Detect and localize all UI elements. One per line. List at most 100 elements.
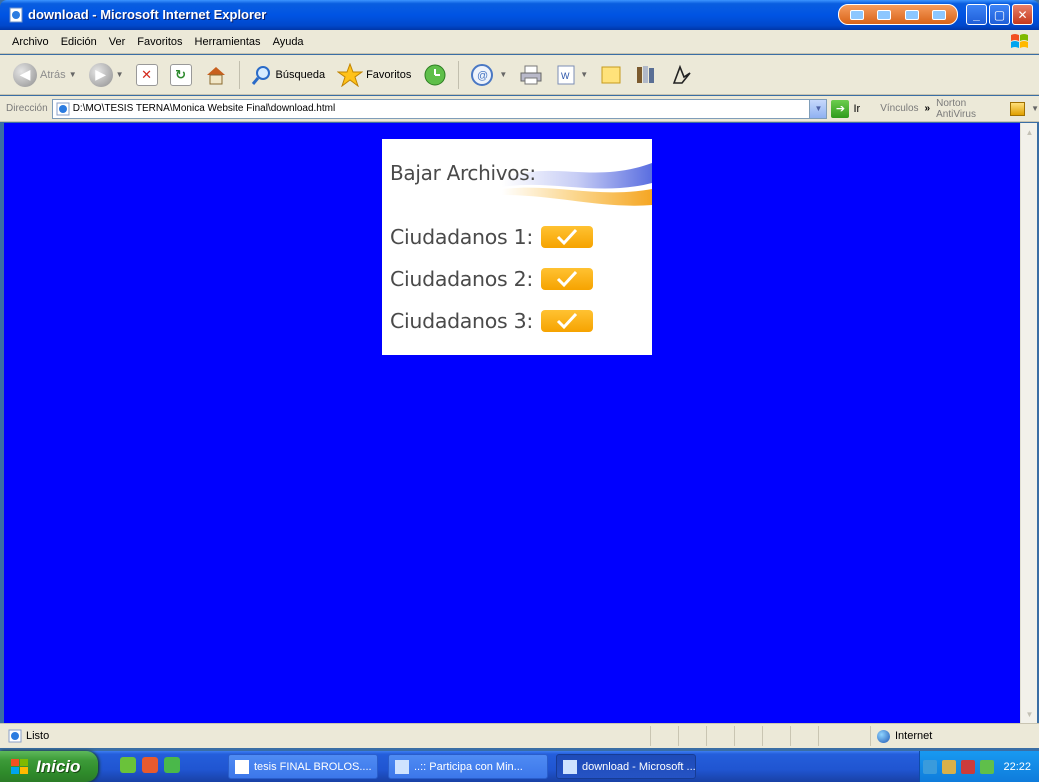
search-label: Búsqueda <box>275 68 326 81</box>
quick-launch-icon[interactable] <box>120 757 136 773</box>
checkmark-icon <box>556 270 578 288</box>
windows-flag-icon <box>11 758 28 774</box>
vertical-scrollbar[interactable]: ▲ ▼ <box>1020 123 1037 723</box>
download-row: Ciudadanos 3: <box>390 309 593 333</box>
home-button[interactable] <box>201 60 231 90</box>
download-panel: Bajar Archivos: Ciudadanos 1: Ciudadanos… <box>382 139 652 355</box>
ie-page-icon <box>9 7 23 23</box>
download-button-2[interactable] <box>540 268 593 290</box>
ie-icon <box>563 759 577 774</box>
quick-launch-icon[interactable] <box>164 757 180 773</box>
quick-launch-icon[interactable] <box>142 757 158 773</box>
window-titlebar[interactable]: download - Microsoft Internet Explorer _… <box>0 0 1039 30</box>
task-label: tesis FINAL BROLOS.... <box>254 760 372 773</box>
dropdown-icon: ▼ <box>115 70 124 79</box>
search-icon <box>251 65 270 85</box>
address-dropdown-icon[interactable]: ▼ <box>809 99 827 118</box>
dropdown-icon: ▼ <box>68 70 77 79</box>
task-button-active[interactable]: download - Microsoft ... <box>556 754 696 779</box>
checkmark-icon <box>556 228 578 246</box>
menu-archivo[interactable]: Archivo <box>6 36 55 48</box>
maximize-icon: ▢ <box>993 7 1006 22</box>
start-button[interactable]: Inicio <box>0 751 98 782</box>
edit-button[interactable]: W ▼ <box>552 60 591 90</box>
status-bar: Listo Internet <box>0 723 1039 748</box>
links-label[interactable]: Vínculos <box>880 103 918 114</box>
forward-button[interactable]: ▶ ▼ <box>86 60 127 90</box>
task-label: download - Microsoft ... <box>582 760 696 773</box>
start-label: Inicio <box>36 756 81 776</box>
notes-button[interactable] <box>597 60 625 90</box>
download-button-3[interactable] <box>540 310 593 332</box>
chevron-more-icon[interactable]: » <box>925 103 931 114</box>
norton-antivirus-label[interactable]: Norton AntiVirus <box>936 98 1004 120</box>
address-label: Dirección <box>6 103 48 114</box>
favorites-star-icon <box>337 62 364 87</box>
menu-favoritos[interactable]: Favoritos <box>131 36 188 48</box>
back-button[interactable]: ◀ Atrás ▼ <box>10 60 80 90</box>
download-label: Ciudadanos 1: <box>390 225 533 249</box>
address-value: D:\MO\TESIS TERNA\Monica Website Final\d… <box>72 103 336 114</box>
taskbar: Inicio tesis FINAL BROLOS.... ..:: Parti… <box>0 751 1039 782</box>
mail-button[interactable]: @ ▼ <box>467 60 510 90</box>
ie-icon <box>395 759 409 774</box>
tray-icon[interactable] <box>942 759 957 774</box>
menu-bar: Archivo Edición Ver Favoritos Herramient… <box>0 30 1039 54</box>
minimize-button[interactable]: _ <box>966 4 987 25</box>
close-icon: ✕ <box>1017 7 1028 22</box>
standard-toolbar: ◀ Atrás ▼ ▶ ▼ ✕ ↻ Búsqueda Favoritos @ ▼… <box>0 55 1039 95</box>
status-panes <box>650 726 846 746</box>
menu-ayuda[interactable]: Ayuda <box>267 36 310 48</box>
task-label: ..:: Participa con Min... <box>414 760 523 773</box>
menu-herramientas[interactable]: Herramientas <box>189 36 267 48</box>
toolbar-separator <box>238 60 240 89</box>
address-input[interactable]: D:\MO\TESIS TERNA\Monica Website Final\d… <box>51 98 828 119</box>
pointer-hand-icon <box>673 64 691 84</box>
favorites-label: Favoritos <box>366 68 412 81</box>
page-done-icon <box>8 729 22 743</box>
forward-arrow-icon: ▶ <box>88 62 113 87</box>
history-button[interactable] <box>420 60 450 90</box>
stop-button[interactable]: ✕ <box>133 60 161 90</box>
window-title: download - Microsoft Internet Explorer <box>28 7 267 22</box>
scroll-up-icon[interactable]: ▲ <box>1022 124 1037 140</box>
internet-globe-icon <box>877 729 890 743</box>
security-zone: Internet <box>870 726 932 746</box>
tray-icon[interactable] <box>961 759 976 774</box>
checkmark-icon <box>556 312 578 330</box>
favorites-button[interactable]: Favoritos <box>334 60 414 90</box>
menu-edicion[interactable]: Edición <box>55 36 103 48</box>
stop-icon: ✕ <box>135 63 158 86</box>
go-button[interactable]: ➔ Ir <box>831 99 861 118</box>
download-row: Ciudadanos 1: <box>390 225 593 249</box>
task-button[interactable]: tesis FINAL BROLOS.... <box>228 754 378 779</box>
messenger-button[interactable] <box>667 60 697 90</box>
printer-icon <box>520 65 542 84</box>
download-label: Ciudadanos 2: <box>390 267 533 291</box>
task-button[interactable]: ..:: Participa con Min... <box>388 754 548 779</box>
minimize-icon: _ <box>973 7 980 22</box>
toolbar-separator <box>458 60 460 89</box>
research-books-icon <box>637 65 655 83</box>
tray-icon[interactable] <box>980 759 995 774</box>
norton-icon[interactable] <box>1009 101 1026 116</box>
page-viewport: Bajar Archivos: Ciudadanos 1: Ciudadanos… <box>4 123 1020 723</box>
search-button[interactable]: Búsqueda <box>248 60 329 90</box>
go-label: Ir <box>853 102 861 115</box>
scroll-down-icon[interactable]: ▼ <box>1022 706 1037 722</box>
research-button[interactable] <box>631 60 661 90</box>
maximize-button[interactable]: ▢ <box>989 4 1010 25</box>
tray-icon[interactable] <box>923 759 938 774</box>
refresh-icon: ↻ <box>169 63 192 86</box>
address-bar: Dirección D:\MO\TESIS TERNA\Monica Websi… <box>0 96 1039 122</box>
status-text: Listo <box>26 730 50 742</box>
back-label: Atrás <box>40 68 66 81</box>
download-button-1[interactable] <box>540 226 593 248</box>
links-toolbar: Vínculos » Norton AntiVirus ▼ <box>880 98 1039 120</box>
menu-ver[interactable]: Ver <box>103 36 132 48</box>
refresh-button[interactable]: ↻ <box>167 60 195 90</box>
close-button[interactable]: ✕ <box>1012 4 1033 25</box>
print-button[interactable] <box>516 60 546 90</box>
dropdown-icon[interactable]: ▼ <box>1031 104 1039 113</box>
skin-buttons[interactable] <box>838 4 958 25</box>
